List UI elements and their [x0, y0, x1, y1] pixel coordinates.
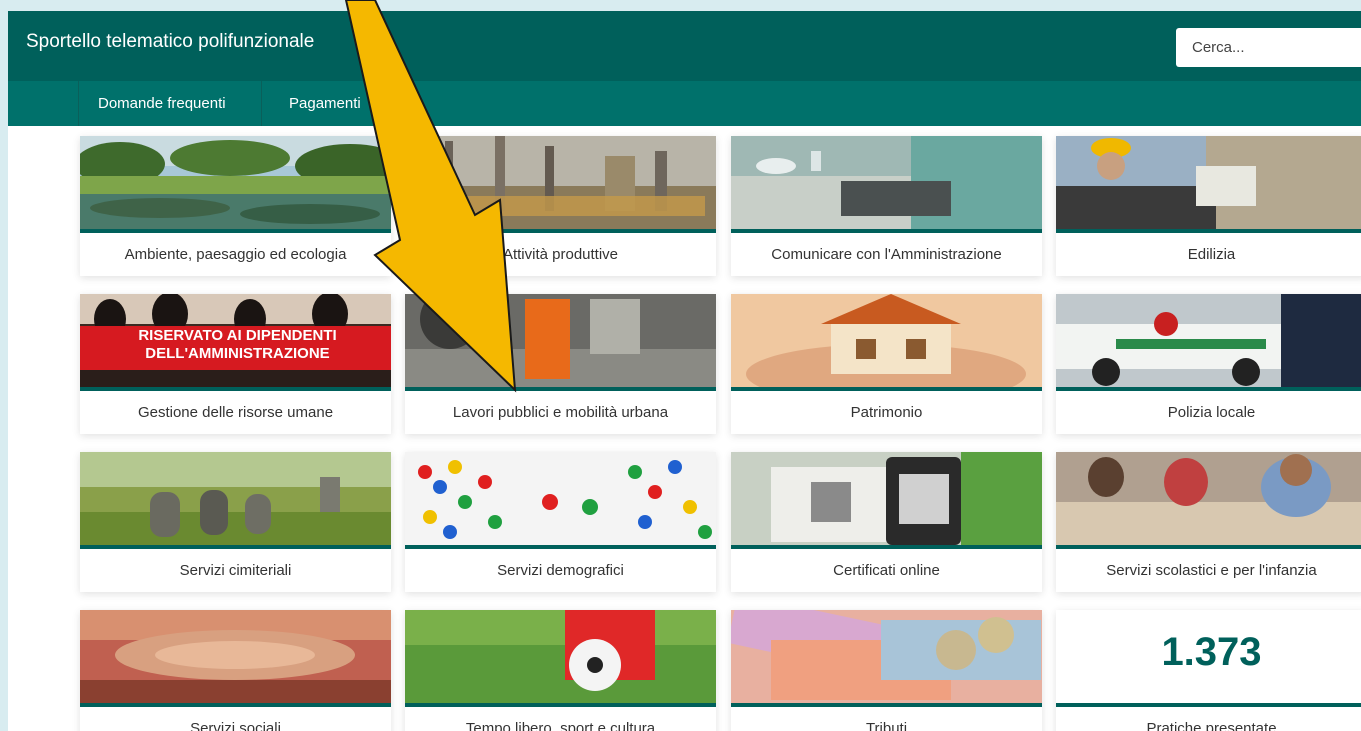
main-nav: Domande frequenti Pagamenti: [8, 81, 1361, 126]
card-label: Tempo libero, sport e cultura: [465, 720, 656, 731]
card-lavori-pubblici[interactable]: Lavori pubblici e mobilità urbana: [405, 294, 716, 434]
card-label: Tributi: [865, 720, 908, 731]
landscape-lake-image: [80, 136, 391, 229]
stat-card-pratiche: 1.373 Pratiche presentate: [1056, 610, 1361, 731]
card-certificati-online[interactable]: Certificati online: [731, 452, 1042, 592]
stat-value: 1.373: [1161, 630, 1262, 674]
card-label: Servizi cimiteriali: [179, 562, 292, 579]
card-label: Ambiente, paesaggio ed ecologia: [124, 246, 347, 263]
card-label: Edilizia: [1187, 246, 1236, 263]
euro-banknotes-image: [731, 610, 1042, 703]
card-label: Lavori pubblici e mobilità urbana: [452, 404, 669, 421]
employees-silhouette-image: RISERVATO AI DIPENDENTI DELL'AMMINISTRAZ…: [80, 294, 391, 387]
card-label: Comunicare con l'Amministrazione: [771, 246, 1002, 263]
card-label: Attività produttive: [502, 246, 619, 263]
card-label: Servizi sociali: [190, 720, 281, 731]
construction-worker-image: [1056, 136, 1361, 229]
card-tempo-libero[interactable]: Tempo libero, sport e cultura: [405, 610, 716, 731]
card-edilizia[interactable]: Edilizia: [1056, 136, 1361, 276]
card-servizi-demografici[interactable]: Servizi demografici: [405, 452, 716, 592]
nav-domande-frequenti[interactable]: Domande frequenti: [98, 81, 226, 126]
cemetery-image: [80, 452, 391, 545]
police-car-image: [1056, 294, 1361, 387]
card-label: Polizia locale: [1167, 404, 1256, 421]
card-comunicare[interactable]: Comunicare con l'Amministrazione: [731, 136, 1042, 276]
qr-code-phone-image: [731, 452, 1042, 545]
card-patrimonio[interactable]: Patrimonio: [731, 294, 1042, 434]
card-label: Patrimonio: [850, 404, 923, 421]
card-servizi-cimiteriali[interactable]: Servizi cimiteriali: [80, 452, 391, 592]
classroom-image: [1056, 452, 1361, 545]
card-servizi-sociali[interactable]: Servizi sociali: [80, 610, 391, 731]
restricted-banner-text: RISERVATO AI DIPENDENTI DELL'AMMINISTRAZ…: [138, 327, 337, 362]
header-bar: Sportello telematico polifunzionale: [8, 11, 1361, 81]
card-attivita-produttive[interactable]: Attività produttive: [405, 136, 716, 276]
stat-label: Pratiche presentate: [1146, 720, 1277, 731]
site-title[interactable]: Sportello telematico polifunzionale: [26, 31, 314, 53]
nav-divider: [261, 81, 262, 126]
search-input[interactable]: [1176, 28, 1361, 67]
joined-hands-image: [80, 610, 391, 703]
card-servizi-scolastici[interactable]: Servizi scolastici e per l'infanzia: [1056, 452, 1361, 592]
nav-pagamenti[interactable]: Pagamenti: [289, 81, 361, 126]
office-meeting-image: [731, 136, 1042, 229]
industrial-plant-image: [405, 136, 716, 229]
game-pawns-image: [405, 452, 716, 545]
house-in-hands-image: [731, 294, 1042, 387]
card-ambiente[interactable]: Ambiente, paesaggio ed ecologia: [80, 136, 391, 276]
card-polizia-locale[interactable]: Polizia locale: [1056, 294, 1361, 434]
card-label: Certificati online: [833, 562, 940, 579]
card-tributi[interactable]: Tributi: [731, 610, 1042, 731]
card-label: Servizi scolastici e per l'infanzia: [1106, 562, 1317, 579]
nav-divider: [78, 81, 79, 126]
road-works-image: [405, 294, 716, 387]
child-soccer-image: [405, 610, 716, 703]
card-label: Gestione delle risorse umane: [137, 404, 334, 421]
card-risorse-umane[interactable]: RISERVATO AI DIPENDENTI DELL'AMMINISTRAZ…: [80, 294, 391, 434]
card-label: Servizi demografici: [497, 562, 624, 579]
page-frame: Sportello telematico polifunzionale Doma…: [8, 11, 1361, 731]
